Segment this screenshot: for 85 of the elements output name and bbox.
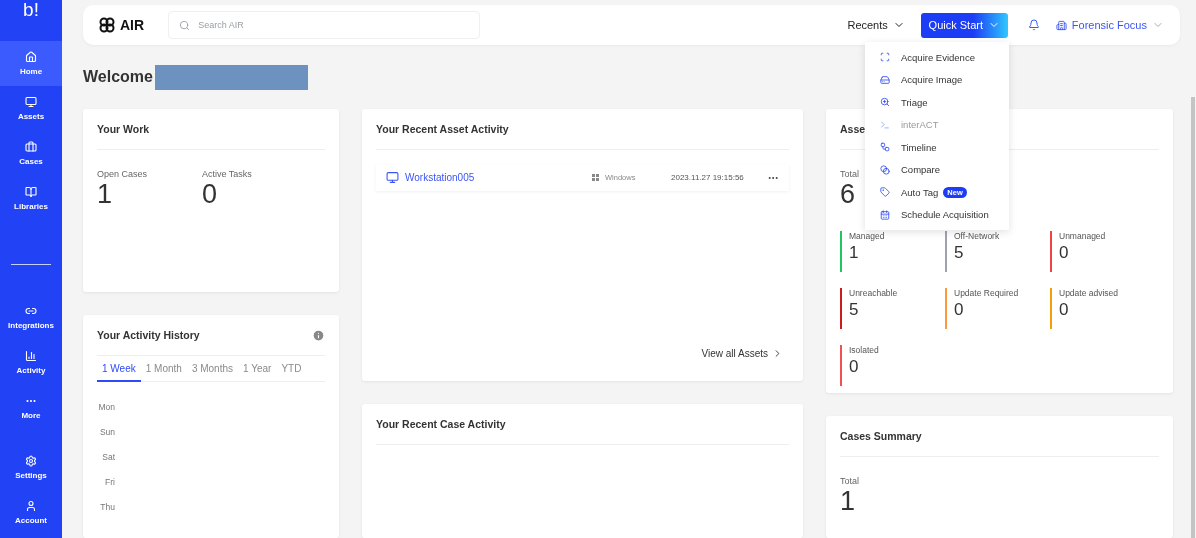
building-icon — [1055, 19, 1067, 31]
overlap-circles-icon — [880, 164, 890, 175]
calendar-icon — [880, 209, 890, 220]
status-label: Off-Network — [954, 231, 1001, 241]
welcome-heading: Welcome — [83, 68, 153, 86]
sidebar-item[interactable]: Libraries — [0, 176, 62, 221]
workflow-icon — [880, 142, 890, 153]
user-icon — [25, 500, 37, 512]
home-icon — [25, 51, 37, 63]
link-icon — [25, 305, 37, 317]
recents-dropdown[interactable]: Recents — [847, 19, 905, 31]
status-value: 5 — [849, 299, 860, 321]
sidebar-item[interactable]: Account — [0, 490, 62, 535]
period-tab[interactable]: 3 Months — [186, 356, 238, 382]
settings-icon — [25, 455, 37, 467]
monitor-icon — [386, 171, 399, 184]
briefcase-icon — [25, 141, 37, 153]
menu-item[interactable]: Acquire Evidence — [865, 46, 1009, 69]
sidebar-item[interactable]: Cases — [0, 131, 62, 176]
status-value: 1 — [849, 242, 860, 264]
quick-start-button[interactable]: Quick Start — [920, 12, 1008, 38]
period-tab[interactable]: YTD — [276, 356, 307, 382]
status-label: Update Required — [954, 288, 1020, 298]
sidebar-item[interactable]: Settings — [0, 445, 62, 490]
app-name: AIR — [120, 17, 145, 33]
status-label: Managed — [849, 231, 886, 241]
period-tab[interactable]: 1 Month — [140, 356, 187, 382]
status-value: 0 — [1059, 242, 1070, 264]
drive-icon — [880, 74, 890, 85]
status-label: Isolated — [849, 345, 880, 355]
stat-value: 1 — [840, 486, 857, 516]
monitor-icon — [25, 96, 37, 108]
card-title: Your Recent Asset Activity — [376, 123, 509, 135]
sidebar-item[interactable]: Integrations — [0, 295, 62, 340]
status-label: Update advised — [1059, 288, 1120, 298]
stat-value: 6 — [840, 179, 857, 209]
asset-name: Workstation005 — [405, 172, 476, 183]
status-label: Unreachable — [849, 288, 899, 298]
notifications-icon[interactable] — [1027, 19, 1040, 31]
period-tab[interactable]: 1 Week — [97, 356, 141, 382]
info-icon — [312, 328, 325, 342]
organization-selector[interactable]: Forensic Focus — [1055, 19, 1164, 31]
stat-label: Total — [840, 169, 859, 179]
menu-item[interactable]: Schedule Acquisition — [865, 203, 1009, 226]
day-label: Thu — [100, 502, 115, 512]
book-icon — [25, 186, 37, 198]
card-title: Your Work — [97, 123, 150, 135]
status-value: 5 — [954, 242, 965, 264]
scan-icon — [880, 52, 890, 63]
stat-value: 0 — [202, 179, 219, 209]
menu-item[interactable]: Compare — [865, 158, 1009, 181]
zoom-icon — [880, 97, 890, 108]
windows-icon — [592, 174, 599, 181]
sidebar-item[interactable]: More — [0, 385, 62, 430]
sidebar-item[interactable]: Home — [0, 41, 62, 86]
menu-item[interactable]: Triage — [865, 91, 1009, 114]
status-label: Unmanaged — [1059, 231, 1107, 241]
day-label: Mon — [98, 402, 115, 412]
status-value: 0 — [849, 356, 860, 378]
search-icon — [179, 19, 191, 31]
menu-item[interactable]: Timeline — [865, 136, 1009, 159]
tag-icon — [880, 187, 890, 198]
day-label: Sat — [102, 452, 115, 462]
stat-value: 1 — [97, 179, 114, 209]
sidebar-item[interactable]: Activity — [0, 340, 62, 385]
timestamp: 2023.11.27 19:15:56 — [671, 173, 745, 182]
menu-item[interactable]: Acquire Image — [865, 68, 1009, 91]
card-title: Cases Summary — [840, 430, 922, 442]
bar-chart-icon — [25, 350, 37, 362]
card-title: Asse — [840, 123, 866, 135]
status-value: 0 — [954, 299, 965, 321]
stat-label: Total — [840, 476, 859, 486]
day-label: Fri — [105, 477, 115, 487]
status-value: 0 — [1059, 299, 1070, 321]
day-label: Sun — [99, 427, 115, 437]
air-logo-icon — [99, 17, 115, 33]
terminal-icon — [880, 119, 890, 130]
logo: b! — [22, 0, 40, 22]
period-tab[interactable]: 1 Year — [238, 356, 277, 382]
sidebar-item[interactable]: Assets — [0, 86, 62, 131]
stat-label: Active Tasks — [202, 169, 253, 179]
view-all-link[interactable]: View all Assets — [701, 348, 783, 359]
card-title: Your Activity History — [97, 329, 200, 341]
stat-label: Open Cases — [97, 169, 149, 179]
card-title: Your Recent Case Activity — [376, 418, 506, 430]
